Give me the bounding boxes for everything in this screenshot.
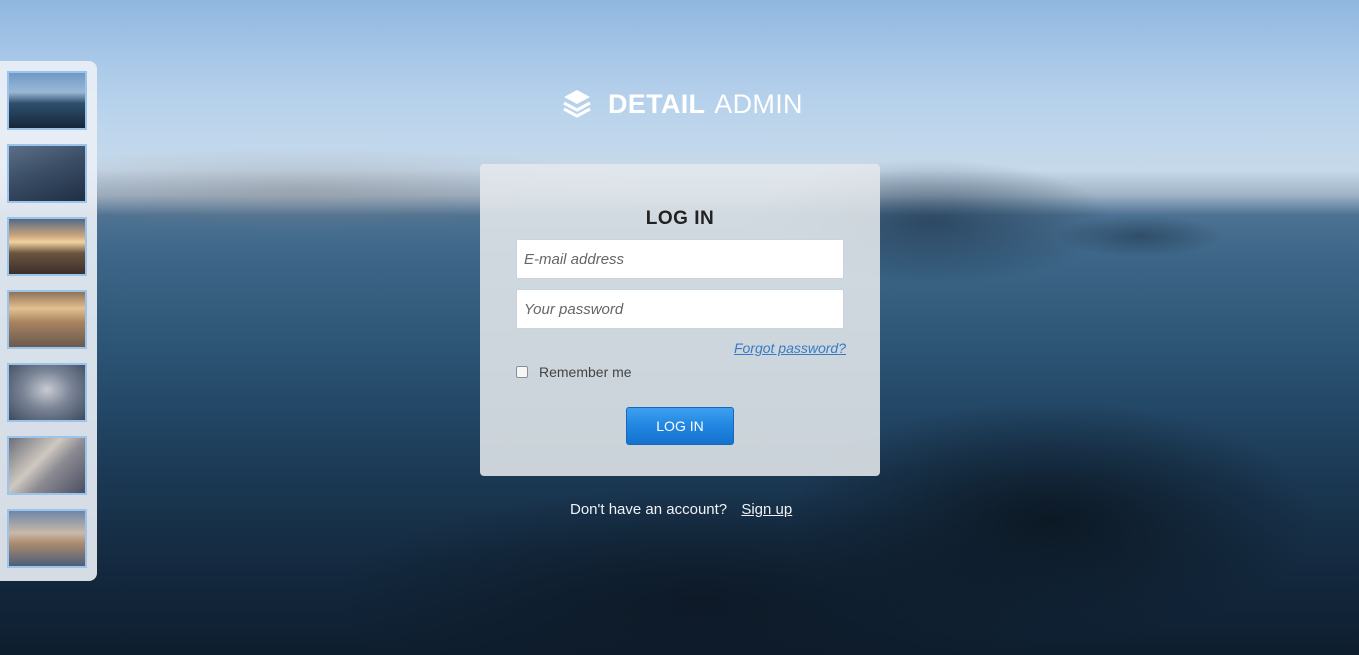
background-thumb-2[interactable] xyxy=(7,144,87,203)
remember-me-checkbox[interactable] xyxy=(516,366,528,378)
remember-me[interactable]: Remember me xyxy=(516,364,632,380)
background-thumb-1[interactable] xyxy=(7,71,87,130)
signup-row: Don't have an account? Sign up xyxy=(570,501,792,518)
remember-me-label: Remember me xyxy=(539,364,632,380)
background-thumb-7[interactable] xyxy=(7,509,87,568)
email-field[interactable] xyxy=(516,239,844,279)
background-thumb-6[interactable] xyxy=(7,436,87,495)
signup-prompt: Don't have an account? xyxy=(570,501,728,518)
password-field[interactable] xyxy=(516,289,844,329)
layers-icon xyxy=(563,90,591,118)
login-button[interactable]: LOG IN xyxy=(626,407,734,445)
background-thumb-4[interactable] xyxy=(7,290,87,349)
brand-logo: DETAIL ADMIN xyxy=(562,88,803,120)
brand-name-bold: DETAIL xyxy=(608,88,706,119)
signup-link[interactable]: Sign up xyxy=(741,501,792,518)
background-picker xyxy=(0,61,97,581)
login-panel: LOG IN Forgot password? Remember me LOG … xyxy=(480,164,880,476)
forgot-password-link[interactable]: Forgot password? xyxy=(734,340,846,356)
background-thumb-5[interactable] xyxy=(7,363,87,422)
background-thumb-3[interactable] xyxy=(7,217,87,276)
brand-name-light: ADMIN xyxy=(714,88,803,119)
login-title: LOG IN xyxy=(645,208,715,229)
